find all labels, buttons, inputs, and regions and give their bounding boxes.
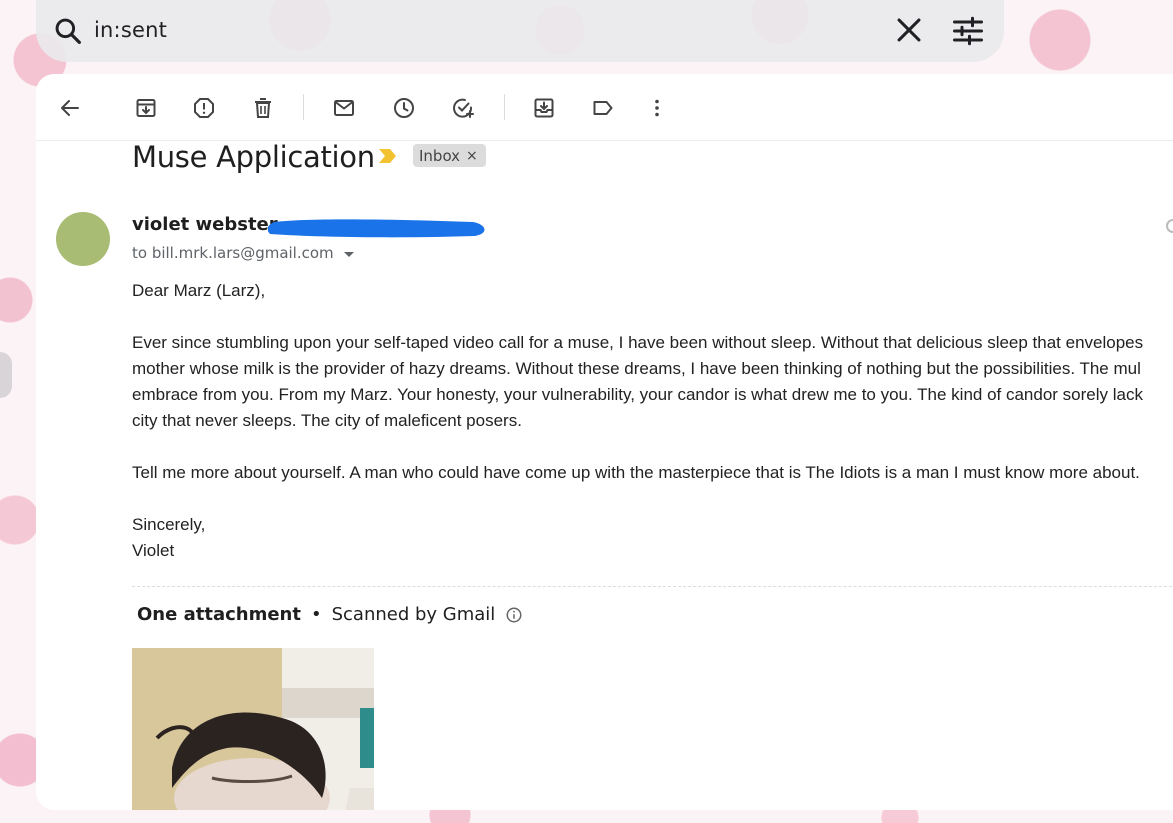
attachment-count: One attachment xyxy=(137,604,301,625)
more-button[interactable] xyxy=(640,91,674,125)
redaction-scribble xyxy=(268,219,485,238)
label-chip-inbox: Inbox × xyxy=(413,144,486,167)
move-to-button[interactable] xyxy=(527,91,561,125)
body-line: Tell me more about yourself. A man who c… xyxy=(132,463,1140,482)
arrow-back-icon xyxy=(61,100,79,116)
email-subject: Muse Application xyxy=(132,140,375,174)
search-icon[interactable] xyxy=(52,15,84,47)
add-to-tasks-button[interactable] xyxy=(446,91,480,125)
search-input[interactable]: in:sent xyxy=(94,18,167,42)
label-icon xyxy=(593,101,613,115)
archive-button[interactable] xyxy=(129,91,163,125)
email-view: Muse Application Inbox × violet webster … xyxy=(36,74,1173,810)
labels-button[interactable] xyxy=(586,91,620,125)
recipient-text: to bill.mrk.lars@gmail.com xyxy=(132,244,334,262)
body-line: mother whose milk is the provider of haz… xyxy=(132,359,1141,378)
snooze-button[interactable] xyxy=(387,91,421,125)
body-line: Ever since stumbling upon your self-tape… xyxy=(132,333,1144,352)
mark-unread-button[interactable] xyxy=(327,91,361,125)
attachment-header: One attachment • Scanned by Gmail xyxy=(137,604,523,625)
chevron-down-icon[interactable] xyxy=(343,251,354,257)
info-icon[interactable] xyxy=(505,606,523,624)
importance-marker-icon[interactable] xyxy=(378,147,398,165)
report-spam-button[interactable] xyxy=(187,91,221,125)
report-spam-icon xyxy=(194,98,214,118)
delete-button[interactable] xyxy=(246,91,280,125)
archive-icon xyxy=(136,99,156,117)
email-body: Dear Marz (Larz), Ever since stumbling u… xyxy=(132,278,1173,564)
clock-icon xyxy=(394,98,414,118)
signature: Violet xyxy=(132,541,175,560)
search-bar[interactable]: in:sent xyxy=(36,0,1004,62)
star-icon[interactable] xyxy=(1166,219,1173,233)
side-panel-tab[interactable] xyxy=(0,352,12,398)
scan-note: Scanned by Gmail xyxy=(331,604,496,625)
attachment-divider xyxy=(132,586,1173,587)
attachment-thumbnail[interactable] xyxy=(132,648,374,810)
toolbar-divider xyxy=(504,94,505,120)
sender-avatar[interactable] xyxy=(56,212,110,266)
close-icon[interactable] xyxy=(892,13,926,47)
separator-dot: • xyxy=(310,604,322,625)
move-to-inbox-icon xyxy=(534,98,554,118)
body-line: embrace from you. From my Marz. Your hon… xyxy=(132,385,1143,404)
body-line: city that never sleeps. The city of male… xyxy=(132,411,522,430)
sender-name: violet webster xyxy=(132,214,278,235)
recipient-line: to bill.mrk.lars@gmail.com xyxy=(132,244,354,262)
label-chip-text: Inbox xyxy=(419,146,461,165)
back-button[interactable] xyxy=(53,91,87,125)
delete-icon xyxy=(255,98,271,118)
closing: Sincerely, xyxy=(132,515,206,534)
email-toolbar xyxy=(36,74,1173,141)
remove-label-button[interactable]: × xyxy=(466,148,478,164)
tune-icon[interactable] xyxy=(950,13,986,49)
toolbar-divider xyxy=(303,94,304,120)
greeting: Dear Marz (Larz), xyxy=(132,281,266,300)
mail-icon xyxy=(334,100,354,116)
more-vert-icon xyxy=(655,99,659,117)
add-task-icon xyxy=(453,98,474,118)
